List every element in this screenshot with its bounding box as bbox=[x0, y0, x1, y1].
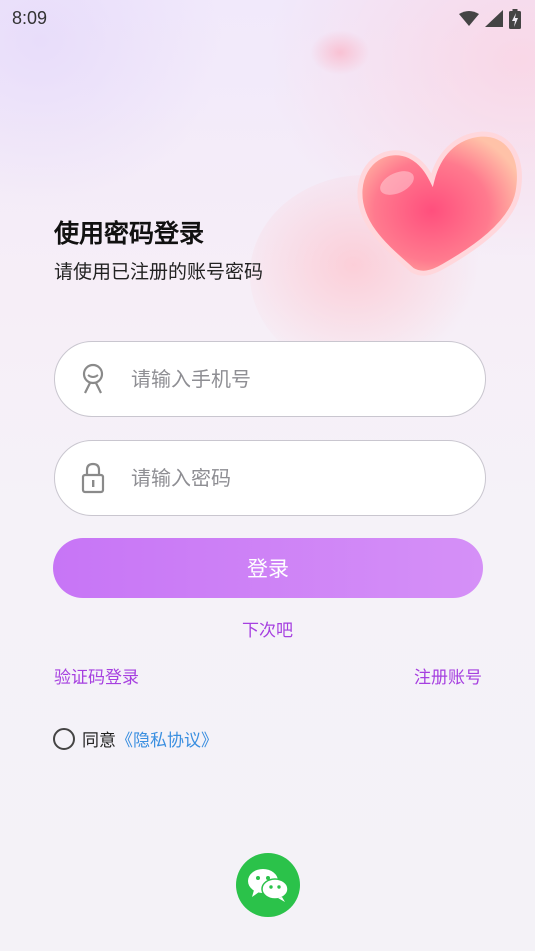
status-icons bbox=[459, 8, 521, 29]
login-button[interactable]: 登录 bbox=[53, 538, 483, 598]
signal-icon bbox=[485, 10, 503, 27]
agreement-row: 同意 《隐私协议》 bbox=[53, 726, 218, 751]
status-bar: 8:09 bbox=[0, 0, 535, 37]
wechat-icon bbox=[248, 869, 289, 902]
sms-login-link[interactable]: 验证码登录 bbox=[54, 663, 139, 688]
page-title: 使用密码登录 bbox=[54, 219, 205, 248]
status-time: 8:09 bbox=[12, 8, 48, 28]
wechat-login-button[interactable] bbox=[236, 853, 300, 917]
skip-link[interactable]: 下次吧 bbox=[0, 616, 535, 641]
privacy-policy-link[interactable]: 《隐私协议》 bbox=[116, 726, 218, 751]
register-link[interactable]: 注册账号 bbox=[414, 663, 482, 688]
page-subtitle: 请使用已注册的账号密码 bbox=[54, 261, 264, 283]
phone-field[interactable] bbox=[54, 341, 486, 417]
heart-decoration bbox=[357, 131, 522, 276]
password-input[interactable] bbox=[131, 466, 451, 490]
battery-charging-icon bbox=[509, 8, 521, 29]
user-icon bbox=[79, 362, 107, 396]
lock-icon bbox=[79, 461, 107, 495]
agreement-text: 同意 bbox=[82, 731, 116, 751]
phone-input[interactable] bbox=[131, 367, 451, 391]
wifi-icon bbox=[459, 10, 479, 26]
password-field[interactable] bbox=[54, 440, 486, 516]
agreement-radio[interactable] bbox=[53, 727, 75, 750]
